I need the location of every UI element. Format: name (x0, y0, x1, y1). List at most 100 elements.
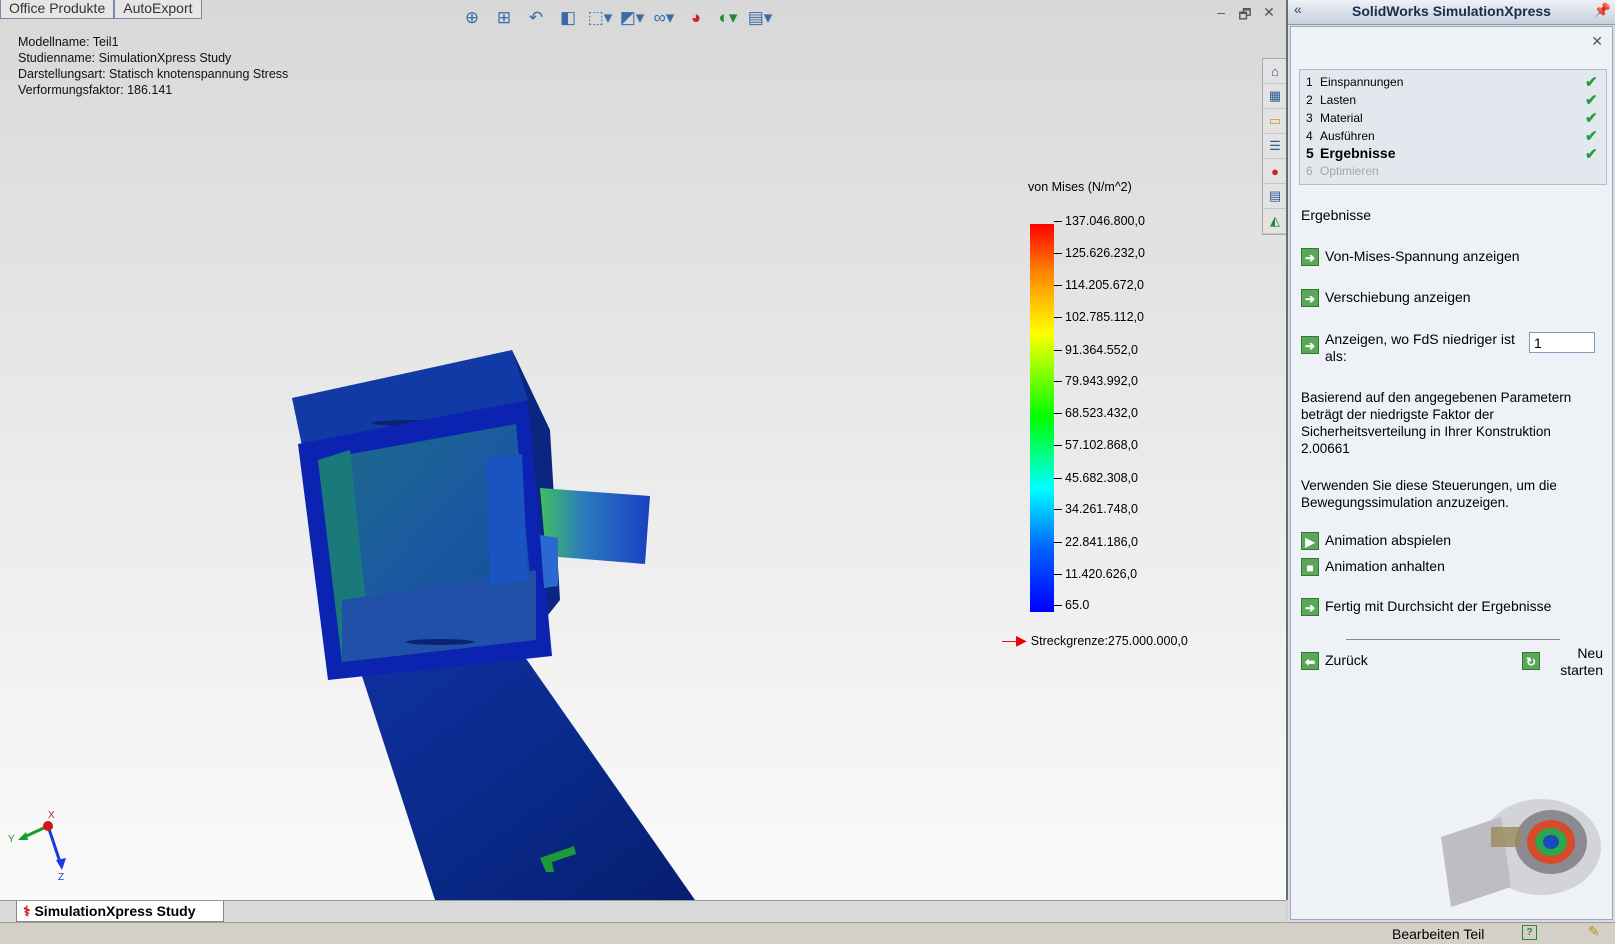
checkmark-icon: ✔ (1585, 74, 1598, 91)
back-button[interactable]: ⬅ Zurück (1301, 652, 1368, 670)
pencil-icon[interactable]: ✎ (1588, 923, 1600, 940)
legend-value: 57.102.868,0 (1054, 438, 1138, 452)
play-icon: ▶ (1301, 532, 1319, 550)
step-ausfuehren[interactable]: 4 Ausführen (1306, 128, 1375, 145)
view-palette-icon[interactable]: ☰ (1263, 134, 1286, 159)
triad-y-label: Y (8, 834, 15, 845)
appearance-icon[interactable]: ◕ (682, 5, 710, 31)
play-animation-label: Animation abspielen (1325, 532, 1452, 548)
done-results-label: Fertig mit Durchsicht der Ergebnisse (1325, 598, 1552, 614)
close-icon[interactable]: ✕ (1591, 33, 1603, 50)
yield-strength: ―▶ Streckgrenze:275.000.000,0 (1002, 632, 1188, 649)
stress-legend: von Mises (N/m^2) 137.046.800,0 125.626.… (1002, 180, 1270, 650)
study-name: Studienname: SimulationXpress Study (18, 51, 232, 65)
view-orientation-icon[interactable]: ⬚▾ (586, 5, 614, 31)
zoom-to-fit-icon[interactable]: ⊕ (458, 5, 486, 31)
step-label: Einspannungen (1320, 75, 1404, 89)
graphics-viewport[interactable]: Office Produkte AutoExport ⊕ ⊞ ↶ ◧ ⬚▾ ◩▾… (0, 0, 1288, 900)
step-number: 1 (1306, 75, 1313, 89)
section-title: Ergebnisse (1301, 207, 1372, 223)
home-icon[interactable]: ⌂ (1263, 59, 1286, 84)
checkmark-icon: ✔ (1585, 92, 1598, 109)
arrow-right-icon: ―▶ (1002, 632, 1027, 648)
show-displacement-label: Verschiebung anzeigen (1325, 289, 1471, 305)
stop-animation-button[interactable]: ■ Animation anhalten (1301, 558, 1445, 576)
simulationxpress-panel: « SolidWorks SimulationXpress 📌 ✕ 1 Einsp… (1288, 0, 1615, 922)
pin-icon[interactable]: 📌 (1594, 2, 1611, 19)
panel-header: « SolidWorks SimulationXpress 📌 (1288, 0, 1615, 25)
zoom-area-icon[interactable]: ⊞ (490, 5, 518, 31)
arrow-right-icon: ➔ (1301, 248, 1319, 266)
scene-icon[interactable]: ◐▾ (714, 5, 742, 31)
minimize-button[interactable]: – (1212, 4, 1230, 28)
menu-tabs: Office Produkte AutoExport (0, 0, 202, 19)
show-fos-button[interactable]: ➔ Anzeigen, wo FdS niedriger ist als: (1301, 331, 1521, 365)
step-label: Ergebnisse (1320, 145, 1396, 161)
step-label: Ausführen (1320, 129, 1375, 143)
stress-plot-model[interactable] (290, 350, 710, 900)
restart-icon[interactable]: ↻ (1522, 652, 1540, 670)
study-tab-label: SimulationXpress Study (34, 903, 196, 919)
panel-body: ✕ 1 Einspannungen ✔ 2 Lasten ✔ 3 Material ✔… (1290, 26, 1613, 920)
legend-value: 137.046.800,0 (1054, 214, 1145, 228)
legend-value: 68.523.432,0 (1054, 406, 1138, 420)
fos-threshold-input[interactable] (1529, 332, 1595, 353)
yield-strength-label: Streckgrenze:275.000.000,0 (1030, 633, 1188, 648)
window-controls: – 🗗 ✕ (1212, 4, 1278, 28)
arrow-right-icon: ➔ (1301, 289, 1319, 307)
close-button[interactable]: ✕ (1260, 4, 1278, 28)
step-number: 2 (1306, 93, 1313, 107)
step-material[interactable]: 3 Material (1306, 110, 1363, 127)
checkmark-icon: ✔ (1585, 128, 1598, 145)
legend-title: von Mises (N/m^2) (1028, 180, 1132, 194)
step-lasten[interactable]: 2 Lasten (1306, 92, 1356, 109)
triad-x-label: X (48, 810, 55, 821)
model-info: Modellname: Teil1 Studienname: Simulatio… (18, 34, 288, 98)
wizard-steps: 1 Einspannungen ✔ 2 Lasten ✔ 3 Material ✔ 4… (1299, 69, 1607, 185)
checkmark-icon: ✔ (1585, 146, 1598, 163)
done-results-button[interactable]: ➔ Fertig mit Durchsicht der Ergebnisse (1301, 598, 1551, 616)
simulationxpress-logo-image (1441, 799, 1601, 907)
previous-view-icon[interactable]: ↶ (522, 5, 550, 31)
legend-value: 125.626.232,0 (1054, 246, 1145, 260)
status-mode: Bearbeiten Teil (1392, 926, 1485, 942)
help-icon[interactable]: ? (1522, 925, 1537, 940)
show-von-mises-button[interactable]: ➔ Von-Mises-Spannung anzeigen (1301, 248, 1520, 266)
hide-show-icon[interactable]: ∞▾ (650, 5, 678, 31)
menu-tab-office-products[interactable]: Office Produkte (0, 0, 115, 19)
restore-button[interactable]: 🗗 (1236, 4, 1254, 28)
step-label: Material (1320, 111, 1363, 125)
restart-button[interactable]: Neu starten (1553, 645, 1603, 679)
show-displacement-button[interactable]: ➔ Verschiebung anzeigen (1301, 289, 1471, 307)
step-ergebnisse[interactable]: 5 Ergebnisse (1306, 145, 1395, 162)
menu-tab-autoexport[interactable]: AutoExport (114, 0, 202, 19)
step-label: Lasten (1320, 93, 1357, 107)
tab-simulationxpress-study[interactable]: ⚕ SimulationXpress Study (16, 901, 224, 922)
stop-icon: ■ (1301, 558, 1319, 576)
step-number: 6 (1306, 164, 1313, 178)
view-settings-icon[interactable]: ▤▾ (746, 5, 774, 31)
stop-animation-label: Animation anhalten (1325, 558, 1445, 574)
legend-value: 22.841.186,0 (1054, 535, 1138, 549)
show-von-mises-label: Von-Mises-Spannung anzeigen (1325, 248, 1520, 264)
deformation-scale: Verformungsfaktor: 186.141 (18, 83, 173, 97)
panel-title: SolidWorks SimulationXpress (1352, 3, 1551, 19)
legend-value: 102.785.112,0 (1053, 310, 1145, 324)
step-einspannungen[interactable]: 1 Einspannungen (1306, 74, 1403, 91)
file-explorer-icon[interactable]: ▭ (1263, 109, 1286, 134)
section-view-icon[interactable]: ◧ (554, 5, 582, 31)
study-tab-bar: ⚕ SimulationXpress Study (0, 900, 1286, 923)
legend-value: 79.943.992,0 (1054, 374, 1138, 388)
resources-icon[interactable]: ▦ (1263, 84, 1286, 109)
legend-value: 65.0 (1053, 598, 1090, 612)
triad-z-label: Z (58, 872, 64, 880)
display-style-icon[interactable]: ◩▾ (618, 5, 646, 31)
legend-value: 45.682.308,0 (1054, 471, 1138, 485)
checkmark-icon: ✔ (1585, 110, 1598, 127)
arrow-right-icon: ➔ (1301, 336, 1319, 354)
step-label: Optimieren (1320, 164, 1379, 178)
arrow-left-icon: ⬅ (1301, 652, 1319, 670)
simulation-study-icon: ⚕ (23, 903, 31, 919)
plot-type: Darstellungsart: Statisch knotenspannung… (18, 67, 289, 81)
play-animation-button[interactable]: ▶ Animation abspielen (1301, 532, 1451, 550)
